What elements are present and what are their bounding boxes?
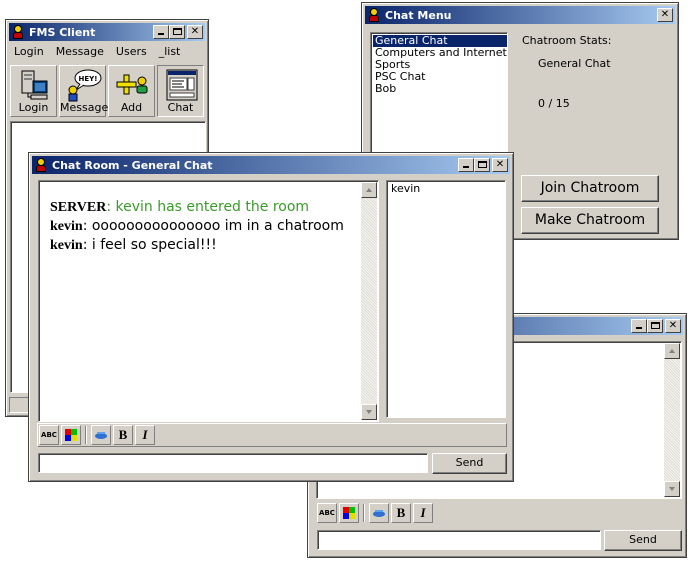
room-user-item[interactable]: kevin [389,183,505,195]
window-title: Chat Menu [385,8,452,22]
minimize-icon[interactable] [458,158,474,172]
join-chatroom-button[interactable]: Join Chatroom [521,175,659,202]
chat-log[interactable]: SERVER: kevin has entered the room kevin… [38,180,379,422]
scroll-up-icon[interactable] [664,343,680,359]
send-button[interactable]: Send [604,530,682,551]
emoticon-icon[interactable] [369,503,389,523]
chat-room-window: Chat Room - General Chat ✕ SERVER: kevin… [28,152,514,482]
color-palette-icon[interactable] [339,503,359,523]
scroll-up-icon[interactable] [361,182,377,198]
stats-room-name: General Chat [538,57,611,70]
fms-client-titlebar[interactable]: FMS Client ✕ [9,23,205,41]
italic-icon[interactable]: I [135,425,155,445]
menu-list[interactable]: _list [159,45,181,58]
send-button[interactable]: Send [432,453,507,474]
message-input[interactable] [317,530,601,550]
italic-icon[interactable]: I [413,503,433,523]
scroll-down-icon[interactable] [361,404,377,420]
window-title: Chat Room - General Chat [52,158,213,172]
menu-users[interactable]: Users [116,45,147,58]
close-icon[interactable]: ✕ [187,25,203,39]
spellcheck-icon[interactable]: ABC [317,503,337,523]
toolbar: Login HEY! Message Add Chat [10,65,206,119]
close-icon[interactable]: ✕ [657,8,673,22]
stats-user-count: 0 / 15 [538,97,570,110]
menu-login[interactable]: Login [14,45,44,58]
maximize-icon[interactable] [647,319,663,333]
spellcheck-icon[interactable]: ABC [39,425,59,445]
chat-room-titlebar[interactable]: Chat Room - General Chat ✕ [32,156,510,174]
maximize-icon[interactable] [474,158,490,172]
menu-bar: Login Message Users _list [14,45,192,58]
minimize-icon[interactable] [631,319,647,333]
chat-button[interactable]: Chat [157,65,204,117]
chat-menu-titlebar[interactable]: Chat Menu ✕ [365,6,675,24]
scroll-down-icon[interactable] [664,481,680,497]
svg-text:HEY!: HEY! [79,75,98,83]
scrollbar[interactable] [664,343,680,497]
chat-message: kevin: i feel so special!!! [50,237,217,253]
minimize-icon[interactable] [153,25,169,39]
app-icon [367,8,381,22]
stats-label: Chatroom Stats: [522,34,612,47]
scrollbar[interactable] [361,182,377,420]
message-input[interactable] [38,453,428,473]
bold-icon[interactable]: B [391,503,411,523]
app-icon [34,158,48,172]
format-toolbar: ABC B I [39,425,155,445]
app-icon [11,25,25,39]
room-item[interactable]: Bob [373,83,507,95]
login-button[interactable]: Login [10,65,57,117]
close-icon[interactable]: ✕ [492,158,508,172]
emoticon-icon[interactable] [91,425,111,445]
format-toolbar: ABC B I [317,503,433,523]
close-icon[interactable]: ✕ [665,319,681,333]
computer-icon [21,70,48,100]
bold-icon[interactable]: B [113,425,133,445]
add-user-icon [116,74,148,95]
make-chatroom-button[interactable]: Make Chatroom [521,207,659,234]
color-palette-icon[interactable] [61,425,81,445]
separator [85,426,87,444]
chat-message: SERVER: kevin has entered the room [50,199,310,215]
hey-bubble-icon: HEY! [68,69,102,102]
separator [363,504,365,522]
room-user-list[interactable]: kevin [386,180,506,418]
window-title: FMS Client [29,25,96,39]
message-button[interactable]: HEY! Message [59,65,108,117]
chat-window-icon [166,69,198,101]
menu-message[interactable]: Message [56,45,104,58]
chat-message: kevin: ooooooooooooooo im in a chatroom [50,218,344,234]
add-button[interactable]: Add [108,65,155,117]
maximize-icon[interactable] [169,25,185,39]
